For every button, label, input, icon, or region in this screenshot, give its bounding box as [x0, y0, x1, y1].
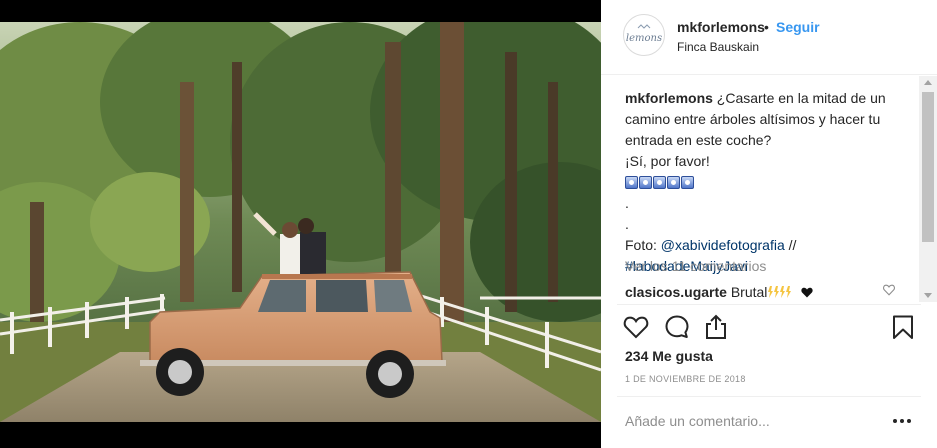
ellipsis-icon[interactable] — [891, 410, 913, 432]
header-separator: • — [764, 19, 769, 35]
follow-button[interactable]: Seguir — [776, 19, 820, 35]
scroll-down-arrow-icon[interactable] — [924, 293, 932, 298]
caption: mkforlemons ¿Casarte en la mitad de un c… — [625, 88, 915, 277]
avatar-logo-text: lemons — [626, 33, 662, 44]
actions-divider — [617, 304, 921, 305]
bookmark-icon[interactable] — [890, 314, 916, 340]
caption-dot-2: . — [625, 216, 629, 232]
post-photo-pane — [0, 0, 601, 448]
action-bar — [601, 308, 937, 348]
post-side-panel: lemons mkforlemons • Seguir Finca Bauska… — [601, 0, 937, 448]
smiling-face-emoji-icon — [653, 176, 666, 189]
post-photo[interactable] — [0, 22, 601, 422]
post-date: 1 de noviembre de 2018 — [625, 374, 746, 384]
caption-line2: ¡Sí, por favor! — [625, 153, 710, 169]
header-username[interactable]: mkforlemons — [677, 19, 765, 35]
comment-row: clasicos.ugarte Brutal — [625, 284, 814, 300]
smiling-face-emoji-icon — [639, 176, 652, 189]
heart-outline-icon[interactable] — [623, 314, 649, 340]
credit-prefix: Foto: — [625, 237, 661, 253]
scroll-up-arrow-icon[interactable] — [924, 80, 932, 85]
caption-username[interactable]: mkforlemons — [625, 90, 713, 106]
view-all-comments-link[interactable]: Ver los 11 comentarios — [625, 258, 766, 274]
comment-username[interactable]: clasicos.ugarte — [625, 284, 727, 300]
smiling-face-emoji-icon — [681, 176, 694, 189]
comments-scrollbar[interactable] — [919, 76, 937, 302]
scrollbar-thumb[interactable] — [922, 92, 934, 242]
smiling-face-emoji-icon — [667, 176, 680, 189]
credit-handle-link[interactable]: @xabividefotografia — [661, 237, 785, 253]
high-voltage-icon — [768, 286, 792, 298]
comment-like-heart-icon[interactable] — [883, 284, 895, 296]
comment-bubble-icon[interactable] — [664, 314, 690, 340]
caption-emoji-row — [625, 172, 915, 193]
share-upload-icon[interactable] — [703, 314, 729, 340]
smiling-face-emoji-icon — [625, 176, 638, 189]
caption-dot-1: . — [625, 195, 629, 211]
comment-text: Brutal — [726, 284, 768, 300]
location-link[interactable]: Finca Bauskain — [677, 40, 759, 54]
likes-count[interactable]: 234 Me gusta — [625, 348, 713, 364]
black-heart-icon — [801, 287, 814, 298]
add-comment-input[interactable] — [625, 410, 865, 432]
comment-input-divider — [617, 396, 921, 397]
credit-suffix: // — [784, 237, 797, 253]
post-header: lemons mkforlemons • Seguir Finca Bauska… — [601, 0, 937, 75]
avatar[interactable]: lemons — [623, 14, 665, 56]
